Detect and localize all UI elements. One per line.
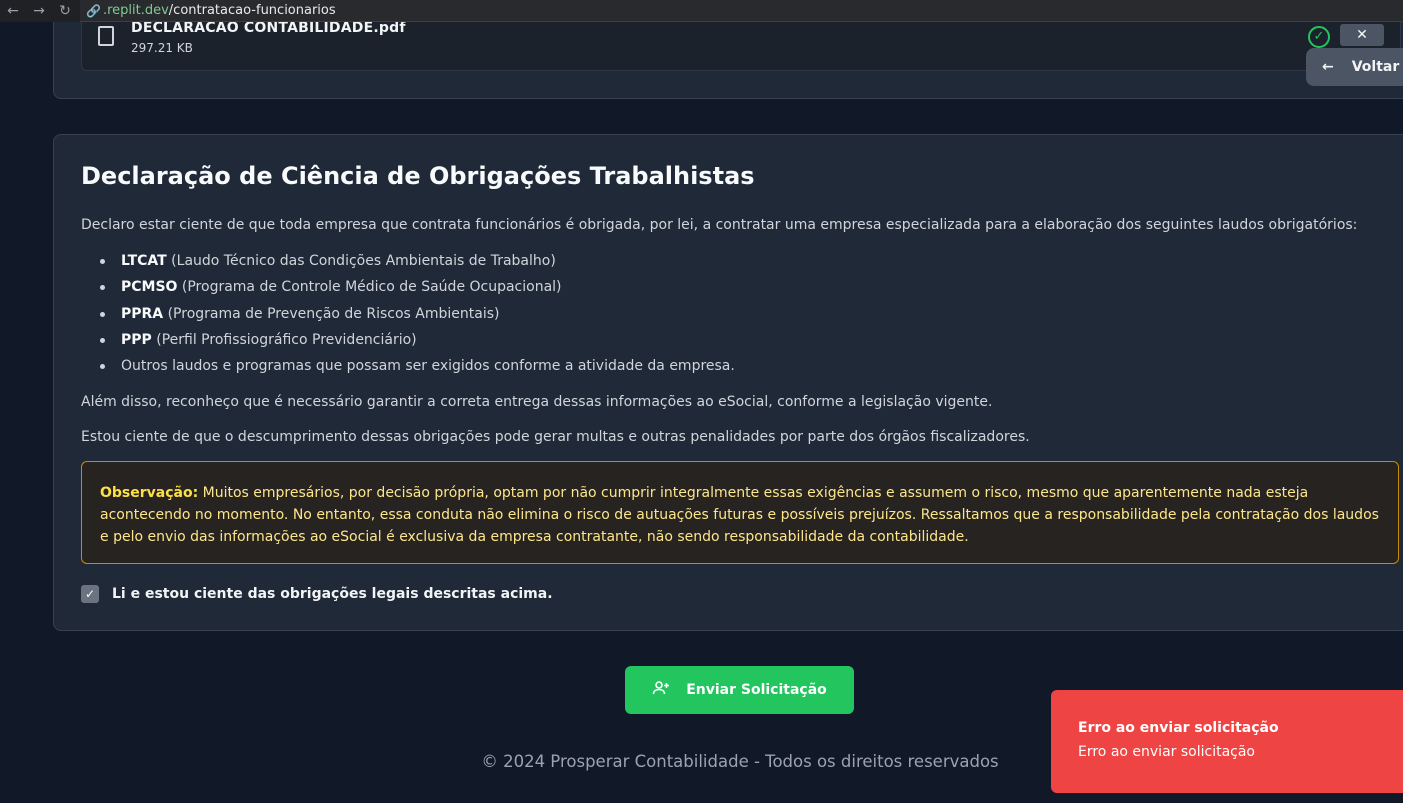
- url-host: .replit.dev: [102, 3, 169, 18]
- declaration-title: Declaração de Ciência de Obrigações Trab…: [81, 162, 755, 190]
- list-item: PPP (Perfil Profissiográfico Previdenciá…: [81, 330, 735, 356]
- list-item: LTCAT (Laudo Técnico das Condições Ambie…: [81, 251, 735, 277]
- forward-arrow-icon[interactable]: →: [26, 3, 52, 19]
- url-path: /contratacao-funcionarios: [168, 3, 336, 18]
- address-bar[interactable]: 🔗 .replit.dev /contratacao-funcionarios: [80, 0, 1403, 22]
- error-toast[interactable]: Erro ao enviar solicitação Erro ao envia…: [1051, 690, 1403, 793]
- browser-toolbar: ← → ↻ 🔗 .replit.dev /contratacao-funcion…: [0, 0, 1403, 22]
- check-circle-icon: ✓: [1308, 26, 1330, 48]
- acknowledge-checkbox-label: Li e estou ciente das obrigações legais …: [112, 586, 553, 602]
- back-button[interactable]: ← Voltar a: [1306, 48, 1403, 86]
- list-item: PCMSO (Programa de Controle Médico de Sa…: [81, 277, 735, 303]
- obligations-list: LTCAT (Laudo Técnico das Condições Ambie…: [81, 251, 735, 382]
- back-button-label: Voltar a: [1351, 59, 1403, 75]
- file-icon: [98, 26, 114, 46]
- observation-notice: Observação: Muitos empresários, por deci…: [81, 461, 1399, 564]
- arrow-left-icon: ←: [1322, 59, 1334, 75]
- file-size: 297.21 KB: [131, 41, 193, 55]
- toast-title: Erro ao enviar solicitação: [1078, 720, 1279, 736]
- remove-file-button[interactable]: ✕: [1340, 24, 1384, 46]
- acknowledge-checkbox-row[interactable]: ✓ Li e estou ciente das obrigações legai…: [81, 585, 553, 603]
- list-item: PPRA (Programa de Prevenção de Riscos Am…: [81, 304, 735, 330]
- observation-label: Observação:: [100, 485, 199, 501]
- file-name: DECLARACAO CONTABILIDADE.pdf: [131, 20, 406, 36]
- observation-text: Muitos empresários, por decisão própria,…: [100, 485, 1379, 545]
- esocial-paragraph: Além disso, reconheço que é necessário g…: [81, 394, 993, 410]
- toast-description: Erro ao enviar solicitação: [1078, 744, 1255, 760]
- list-item: Outros laudos e programas que possam ser…: [81, 356, 735, 382]
- reload-icon[interactable]: ↻: [52, 3, 78, 19]
- penalties-paragraph: Estou ciente de que o descumprimento des…: [81, 429, 1030, 445]
- declaration-card: Declaração de Ciência de Obrigações Trab…: [53, 134, 1403, 631]
- link-icon: 🔗: [86, 3, 101, 18]
- close-icon: ✕: [1356, 27, 1368, 43]
- user-plus-icon: [652, 680, 670, 700]
- submit-button-label: Enviar Solicitação: [686, 682, 827, 698]
- back-arrow-icon[interactable]: ←: [0, 3, 26, 19]
- submit-button[interactable]: Enviar Solicitação: [625, 666, 854, 714]
- declaration-intro: Declaro estar ciente de que toda empresa…: [81, 217, 1358, 233]
- acknowledge-checkbox[interactable]: ✓: [81, 585, 99, 603]
